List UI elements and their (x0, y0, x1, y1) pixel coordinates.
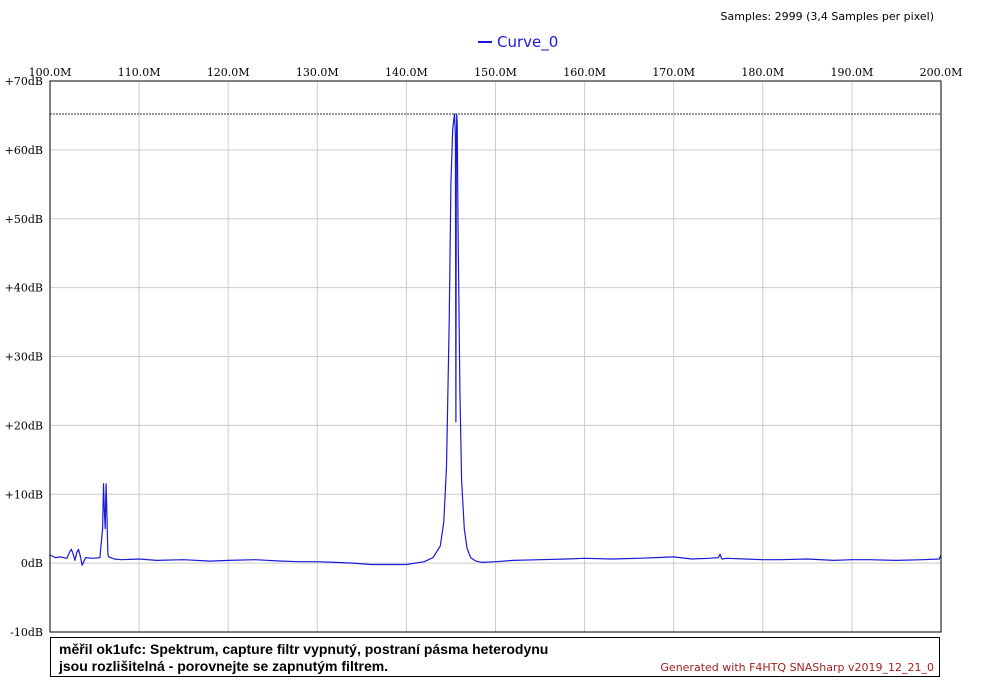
x-tick-label: 170.0M (652, 66, 695, 79)
y-tick-label: +50dB (5, 213, 43, 226)
y-tick-label: +30dB (5, 351, 43, 364)
x-tick-label: 200.0M (920, 66, 963, 79)
x-tick-label: 130.0M (296, 66, 339, 79)
y-tick-label: 0dB (21, 557, 43, 570)
x-tick-label: 140.0M (385, 66, 428, 79)
y-tick-label: +60dB (5, 144, 43, 157)
y-tick-label: +70dB (5, 75, 43, 88)
y-tick-label: -10dB (10, 626, 43, 639)
y-axis-ticks: +70dB +60dB +50dB +40dB +30dB +20dB +10dB 0dB -1… (5, 75, 43, 639)
x-tick-label: 160.0M (563, 66, 606, 79)
x-axis-ticks: 100.0M 110.0M 120.0M 130.0M 140.0M 150.0M 160.… (29, 66, 963, 79)
generated-by-label: Generated with F4HTQ SNASharp v2019_12_2… (660, 661, 934, 674)
comment-text: měřil ok1ufc: Spektrum, capture filtr vy… (59, 641, 549, 674)
x-tick-label: 120.0M (207, 66, 250, 79)
spectrum-chart: 100.0M 110.0M 120.0M 130.0M 140.0M 150.0M 160.… (5, 66, 963, 639)
x-tick-label: 190.0M (831, 66, 874, 79)
y-tick-label: +10dB (5, 488, 43, 501)
x-tick-label: 180.0M (741, 66, 784, 79)
y-tick-label: +20dB (5, 419, 43, 432)
comment-box: měřil ok1ufc: Spektrum, capture filtr vy… (50, 637, 940, 677)
x-tick-label: 110.0M (118, 66, 161, 79)
x-tick-label: 150.0M (474, 66, 517, 79)
y-tick-label: +40dB (5, 282, 43, 295)
